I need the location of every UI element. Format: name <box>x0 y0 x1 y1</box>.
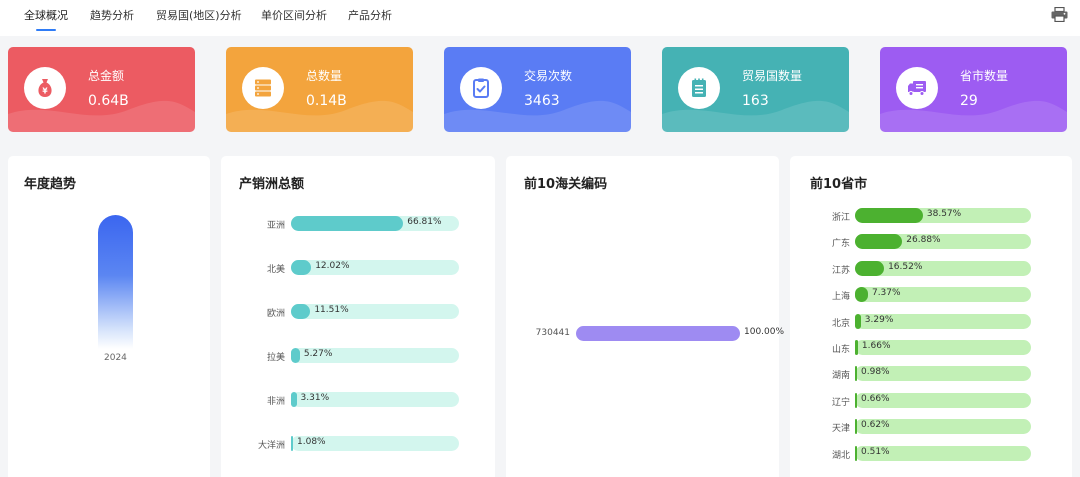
tab-unit-price-analysis[interactable]: 单价区间分析 <box>261 9 327 23</box>
bar-track <box>576 326 740 341</box>
notepad-icon <box>692 78 706 97</box>
stat-value: 163 <box>742 93 769 109</box>
bar-percent-label: 0.66% <box>861 393 890 404</box>
stat-value: 0.14B <box>306 93 347 109</box>
bar-fill[interactable] <box>576 326 740 341</box>
stat-label: 总数量 <box>306 69 343 83</box>
stat-card-total-amount: ¥ 总金额 0.64B <box>8 47 195 132</box>
bar-percent-label: 12.02% <box>315 261 350 271</box>
bar-percent-label: 0.98% <box>861 367 890 378</box>
tab-global-overview[interactable]: 全球概况 <box>24 9 68 23</box>
panel-title: 前10省市 <box>810 177 868 192</box>
bar-fill[interactable] <box>291 260 312 275</box>
bar-percent-label: 5.27% <box>303 349 333 359</box>
bar-percent-label: 7.37% <box>871 288 901 299</box>
icon-circle: ¥ <box>24 67 66 109</box>
stat-label: 总金额 <box>88 69 125 83</box>
stat-card-total-quantity: 总数量 0.14B <box>226 47 413 132</box>
bar-label: 江苏 <box>831 265 850 276</box>
bar-label: 欧洲 <box>266 309 285 319</box>
year-bar[interactable] <box>98 215 133 349</box>
bar-fill[interactable] <box>855 340 858 355</box>
stat-value: 0.64B <box>88 93 129 109</box>
tab-trend-analysis[interactable]: 趋势分析 <box>90 9 134 23</box>
bar-label: 浙江 <box>831 213 850 223</box>
truck-icon <box>908 81 926 96</box>
tab-trade-country-analysis[interactable]: 贸易国(地区)分析 <box>156 9 242 23</box>
icon-circle <box>896 67 938 109</box>
bar-fill[interactable] <box>291 348 300 363</box>
panel-yearly-trend: 年度趋势 2024 <box>8 156 210 477</box>
panel-title: 年度趋势 <box>24 177 77 192</box>
top-nav: 全球概况 趋势分析 贸易国(地区)分析 单价区间分析 产品分析 <box>0 0 1080 36</box>
bar-label: 北美 <box>266 265 285 275</box>
bar-label: 730441 <box>535 328 570 338</box>
bar-label: 拉美 <box>266 353 285 363</box>
stat-label: 省市数量 <box>960 69 1009 83</box>
stat-label: 贸易国数量 <box>742 69 803 83</box>
bar-percent-label: 26.88% <box>906 235 941 246</box>
bar-fill[interactable] <box>855 392 857 408</box>
clipboard-check-icon <box>473 78 489 98</box>
bar-fill[interactable] <box>855 234 903 250</box>
stat-value: 3463 <box>524 93 560 109</box>
panel-title: 产销洲总额 <box>239 177 305 192</box>
printer-icon[interactable] <box>1051 7 1068 22</box>
bar-percent-label: 38.57% <box>926 209 962 219</box>
icon-circle <box>242 67 284 109</box>
icon-circle <box>678 67 720 109</box>
stat-card-trade-country-count: 贸易国数量 163 <box>662 47 849 132</box>
bar-label: 山东 <box>831 345 850 355</box>
bar-fill[interactable] <box>291 436 293 451</box>
year-tick-label: 2024 <box>104 353 127 363</box>
bar-percent-label: 0.51% <box>861 446 890 457</box>
bar-label: 北京 <box>831 318 850 329</box>
icon-circle <box>460 67 502 109</box>
bar-percent-label: 66.81% <box>407 217 442 227</box>
svg-text:¥: ¥ <box>42 87 48 96</box>
bar-percent-label: 100.00% <box>744 327 785 337</box>
bar-percent-label: 1.66% <box>861 341 891 351</box>
bar-percent-label: 3.29% <box>864 314 894 325</box>
bar-label: 天津 <box>831 424 850 435</box>
bar-track <box>855 260 1031 276</box>
bar-percent-label: 11.51% <box>314 305 349 315</box>
bar-fill[interactable] <box>855 208 923 223</box>
bar-fill[interactable] <box>855 445 857 461</box>
server-stack-icon <box>255 79 271 97</box>
bar-label: 大洋洲 <box>257 441 285 451</box>
bar-fill[interactable] <box>855 366 857 382</box>
stat-value: 29 <box>960 93 978 109</box>
bar-fill[interactable] <box>855 419 857 435</box>
panel-title: 前10海关编码 <box>524 177 608 192</box>
panel-continent-total: 产销洲总额 亚洲 66.81% 北美 12.02% 欧洲 11.51% 拉美 5.27% 非洲 3… <box>221 156 495 477</box>
bar-fill[interactable] <box>855 287 868 303</box>
bar-label: 上海 <box>831 292 850 303</box>
tab-product-analysis[interactable]: 产品分析 <box>348 9 392 23</box>
active-tab-indicator <box>36 29 56 31</box>
bar-percent-label: 0.62% <box>861 420 890 431</box>
bar-fill[interactable] <box>855 260 885 276</box>
bar-label: 广东 <box>831 239 850 250</box>
bar-fill[interactable] <box>291 304 311 319</box>
stat-card-transaction-count: 交易次数 3463 <box>444 47 631 132</box>
bar-label: 湖南 <box>831 371 850 382</box>
bar-fill[interactable] <box>291 392 297 407</box>
bar-label: 亚洲 <box>266 221 285 231</box>
panel-top10-customs-codes: 前10海关编码 730441 100.00% <box>506 156 784 477</box>
bar-label: 湖北 <box>831 450 850 461</box>
bar-percent-label: 3.31% <box>300 393 330 403</box>
bar-track <box>855 234 1031 250</box>
bar-fill[interactable] <box>855 313 861 329</box>
bar-percent-label: 16.52% <box>888 261 923 272</box>
stat-label: 交易次数 <box>524 69 573 83</box>
panel-top10-provinces: 前10省市 浙江 38.57% 广东 26.88% 江苏 16.52% 上海 7.37% 北京 3… <box>790 156 1072 477</box>
bar-percent-label: 1.08% <box>297 437 326 447</box>
stat-card-province-count: 省市数量 29 <box>880 47 1067 132</box>
bar-fill[interactable] <box>291 216 404 231</box>
bar-label: 非洲 <box>266 397 285 407</box>
money-bag-icon: ¥ <box>38 79 52 97</box>
bar-label: 辽宁 <box>831 397 850 408</box>
